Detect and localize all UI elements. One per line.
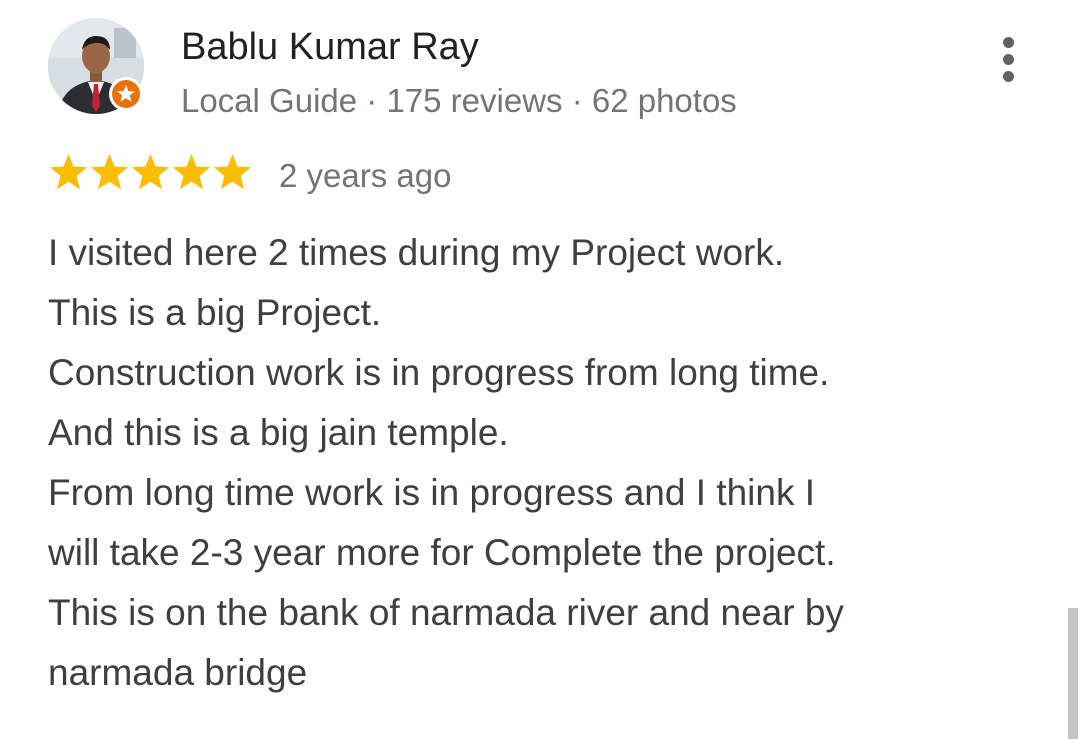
star-icon	[132, 154, 169, 190]
more-vert-icon	[1002, 36, 1014, 48]
review-text-line: From long time work is in progress and I…	[48, 472, 816, 513]
rating-stars	[48, 152, 253, 196]
review-text-line: I visited here 2 times during my Project…	[48, 232, 785, 273]
review-text-line: And this is a big jain temple.	[48, 412, 509, 453]
more-vert-icon-dot	[1002, 70, 1014, 82]
review-text-line: Construction work is in progress from lo…	[48, 352, 830, 393]
star-icon	[91, 154, 128, 190]
review-text-line: narmada bridge	[48, 652, 308, 693]
more-options-button[interactable]	[986, 30, 1030, 88]
scrollbar-thumb[interactable]	[1068, 608, 1078, 739]
review-date: 2 years ago	[279, 157, 452, 194]
review-text-line: will take 2-3 year more for Complete the…	[48, 532, 836, 573]
local-guide-badge-icon	[108, 76, 144, 112]
review-text: I visited here 2 times during my Project…	[48, 223, 1008, 703]
star-icon	[214, 154, 251, 190]
reviewer-meta: Local Guide · 175 reviews · 62 photos	[181, 82, 737, 119]
review-text-line: This is a big Project.	[48, 292, 382, 333]
star-icon	[50, 154, 87, 190]
more-vert-icon-dot	[1002, 53, 1014, 65]
review-text-line: This is on the bank of narmada river and…	[48, 592, 844, 633]
reviewer-name[interactable]: Bablu Kumar Ray	[181, 24, 479, 70]
star-icon	[173, 154, 210, 190]
